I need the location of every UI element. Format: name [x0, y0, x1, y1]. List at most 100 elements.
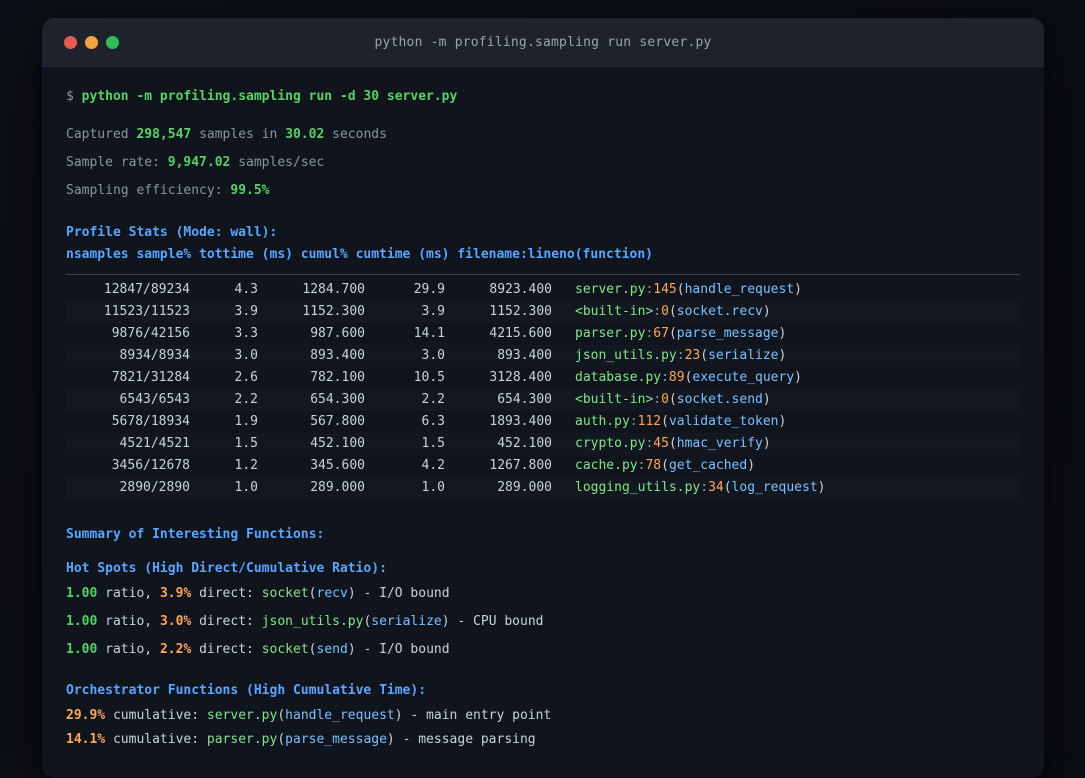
cell-location: parser.py:67(parse_message): [552, 323, 786, 345]
efficiency-value: 99.5%: [230, 183, 270, 198]
target: server.py(handle_request): [207, 708, 403, 723]
cell-tottime: 782.100: [310, 370, 365, 385]
table-row: 3456/12678 1.2 345.600 4.2 1267.800 cache.py:…: [66, 455, 1020, 477]
function-name: execute_query: [692, 370, 795, 385]
cell-sample-pct: 2.6: [234, 370, 258, 385]
ratio-value: 1.00: [66, 642, 98, 657]
file-name: json_utils.py: [261, 614, 364, 629]
window-title: python -m profiling.sampling run server.…: [374, 34, 712, 50]
file-name: json_utils.py: [575, 348, 677, 363]
cell-cumtime: 1267.800: [489, 458, 552, 473]
cell-tottime: 452.100: [310, 436, 365, 451]
bound-note: - I/O bound: [363, 642, 450, 657]
cell-location: cache.py:78(get_cached): [552, 455, 755, 477]
cell-cumtime: 654.300: [497, 392, 552, 407]
paren: (: [668, 326, 677, 341]
direct-label: direct:: [199, 642, 254, 657]
paren: ): [778, 326, 787, 341]
profile-table: 12847/89234 4.3 1284.700 29.9 8923.400 server…: [66, 279, 1020, 499]
paren: ): [441, 614, 450, 629]
bound-note: - I/O bound: [363, 586, 450, 601]
ratio-value: 1.00: [66, 614, 98, 629]
cell-location: <built-in>:0(socket.send): [552, 389, 771, 411]
line-number: 45: [653, 436, 669, 451]
table-row: 12847/89234 4.3 1284.700 29.9 8923.400 server…: [66, 279, 1020, 301]
file-name: auth.py: [575, 414, 630, 429]
line-number: 0: [661, 304, 669, 319]
line-number: 78: [645, 458, 662, 473]
profile-stats-title: Profile Stats (Mode: wall):: [66, 225, 278, 240]
cell-nsamples: 11523/11523: [103, 304, 190, 319]
table-row: 5678/18934 1.9 567.800 6.3 1893.400 auth.py:1…: [66, 411, 1020, 433]
file-name: <built-in>: [575, 304, 654, 319]
cell-cumul-pct: 3.0: [421, 348, 445, 363]
direct-label: direct:: [199, 614, 254, 629]
cell-sample-pct: 2.2: [234, 392, 258, 407]
cell-nsamples: 6543/6543: [119, 392, 190, 407]
colon: :: [676, 348, 685, 363]
colon: :: [629, 414, 638, 429]
file-name: crypto.py: [575, 436, 646, 451]
cell-cumtime: 452.100: [497, 436, 552, 451]
command-text: python -m profiling.sampling run -d 30 s…: [81, 89, 458, 104]
titlebar[interactable]: python -m profiling.sampling run server.…: [42, 18, 1044, 67]
bound-note: - CPU bound: [457, 614, 544, 629]
cell-cumul-pct: 14.1: [413, 326, 445, 341]
direct-pct: 3.9%: [159, 586, 192, 601]
cell-location: json_utils.py:23(serialize): [552, 345, 786, 367]
paren: ): [347, 642, 356, 657]
paren: (: [661, 458, 669, 473]
cell-tottime: 654.300: [310, 392, 365, 407]
paren: ): [347, 586, 356, 601]
ratio-label: ratio,: [105, 642, 153, 657]
paren: ): [817, 480, 826, 495]
table-row: 7821/31284 2.6 782.100 10.5 3128.400 database…: [66, 367, 1020, 389]
cell-cumtime: 3128.400: [489, 370, 552, 385]
file-name: database.py: [575, 370, 662, 385]
cell-sample-pct: 3.3: [234, 326, 258, 341]
role-note: - message parsing: [402, 732, 536, 747]
captured-seconds-value: 30.02: [285, 127, 325, 142]
line-number: 112: [637, 414, 662, 429]
cell-location: server.py:145(handle_request): [552, 279, 802, 301]
paren: ): [762, 392, 771, 407]
function-name: log_request: [731, 480, 818, 495]
table-row: 9876/42156 3.3 987.600 14.1 4215.600 parser.p…: [66, 323, 1020, 345]
target: socket(send): [262, 642, 356, 657]
table-row: 4521/4521 1.5 452.100 1.5 452.100 crypto.py:4…: [66, 433, 1020, 455]
target: socket(recv): [262, 586, 356, 601]
cell-cumul-pct: 1.5: [421, 436, 445, 451]
paren: (: [277, 708, 286, 723]
cell-cumtime: 4215.600: [489, 326, 552, 341]
cumulative-label: cumulative:: [112, 732, 200, 747]
paren: (: [723, 480, 732, 495]
captured-line: Captured 298,547 samples in 30.02 second…: [66, 125, 1020, 145]
sample-rate-value: 9,947.02: [167, 155, 231, 170]
function-name: socket.recv: [676, 304, 763, 319]
shell-prompt: $: [66, 89, 74, 104]
table-row: 8934/8934 3.0 893.400 3.0 893.400 json_utils.…: [66, 345, 1020, 367]
file-name: server.py: [575, 282, 646, 297]
cell-nsamples: 4521/4521: [119, 436, 190, 451]
cell-cumul-pct: 6.3: [421, 414, 445, 429]
cell-cumtime: 893.400: [497, 348, 552, 363]
cell-cumul-pct: 29.9: [413, 282, 445, 297]
line-number: 145: [653, 282, 677, 297]
orchestrator-item: 29.9% cumulative: server.py(handle_reque…: [66, 706, 1020, 726]
direct-pct: 2.2%: [159, 642, 192, 657]
file-name: cache.py: [575, 458, 638, 473]
cell-nsamples: 3456/12678: [111, 458, 190, 473]
cell-nsamples: 7821/31284: [111, 370, 190, 385]
cell-sample-pct: 1.2: [234, 458, 258, 473]
cell-sample-pct: 4.3: [234, 282, 258, 297]
paren: (: [668, 392, 677, 407]
direct-label: direct:: [199, 586, 254, 601]
line-number: 89: [668, 370, 685, 385]
cell-tottime: 289.000: [310, 480, 365, 495]
captured-samples-value: 298,547: [136, 127, 192, 142]
function-name: handle_request: [285, 708, 395, 723]
cell-location: crypto.py:45(hmac_verify): [552, 433, 771, 455]
cell-tottime: 1152.300: [302, 304, 365, 319]
cell-sample-pct: 3.9: [234, 304, 258, 319]
function-name: hmac_verify: [676, 436, 763, 451]
